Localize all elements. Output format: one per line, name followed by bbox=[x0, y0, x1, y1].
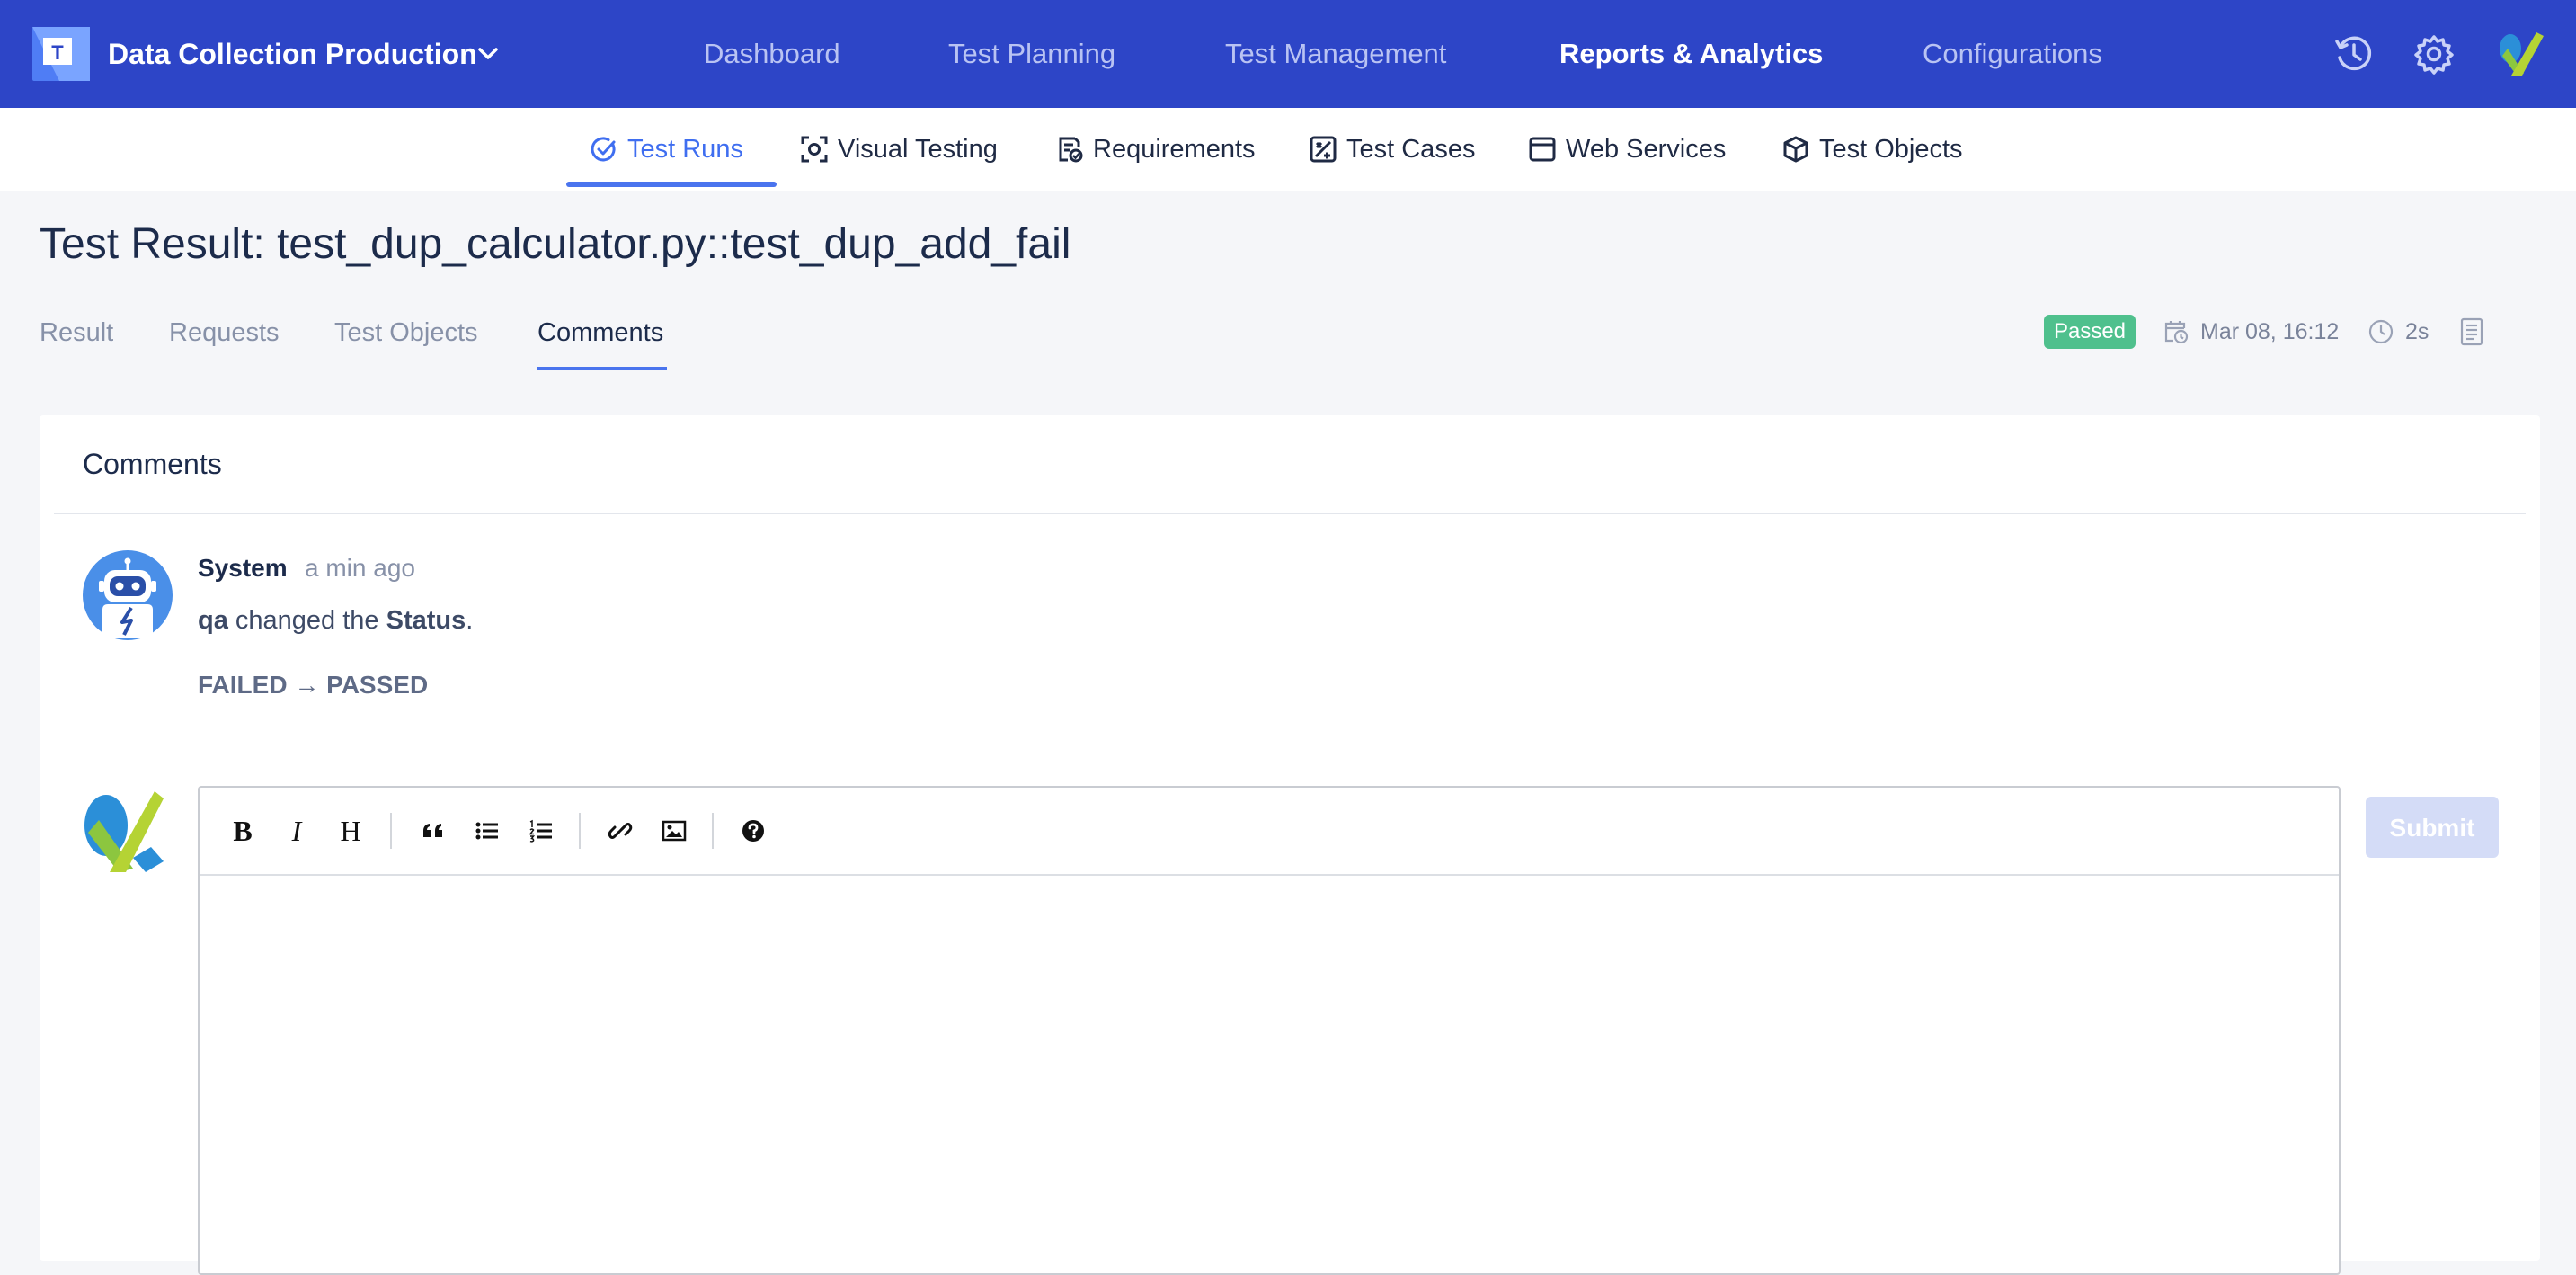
cube-icon bbox=[1783, 136, 1808, 163]
chevron-down-icon[interactable] bbox=[475, 41, 502, 67]
image-icon bbox=[662, 820, 687, 842]
bulleted-list-icon bbox=[475, 822, 498, 840]
submit-button[interactable]: Submit bbox=[2366, 797, 2499, 858]
comment-user: qa bbox=[198, 606, 228, 635]
subnav-label: Test Cases bbox=[1346, 134, 1476, 164]
subnav-label: Test Objects bbox=[1819, 134, 1963, 164]
subnav-requirements[interactable]: Requirements bbox=[1055, 108, 1256, 191]
comment-editor: B I H bbox=[198, 786, 2341, 1275]
svg-text:T: T bbox=[51, 41, 64, 64]
tab-result[interactable]: Result bbox=[40, 315, 113, 351]
help-button[interactable] bbox=[733, 811, 773, 851]
link-button[interactable] bbox=[600, 811, 640, 851]
history-icon[interactable] bbox=[2332, 32, 2375, 76]
question-circle-icon bbox=[742, 820, 764, 842]
subnav-test-cases[interactable]: Test Cases bbox=[1309, 108, 1475, 191]
link-icon bbox=[608, 823, 633, 839]
comment-timestamp: a min ago bbox=[305, 554, 415, 582]
requirements-icon bbox=[1059, 137, 1083, 163]
comment-text: changed the bbox=[227, 606, 386, 635]
comments-card: Comments System a min ago qa changed the… bbox=[40, 415, 2540, 1275]
robot-avatar-icon bbox=[83, 550, 173, 640]
numbered-list-icon bbox=[529, 819, 552, 843]
top-navbar: T Data Collection Production Dashboard T… bbox=[0, 0, 2576, 108]
toolbar-separator bbox=[579, 813, 581, 849]
nav-test-planning[interactable]: Test Planning bbox=[948, 34, 1115, 74]
browser-window-icon bbox=[1529, 137, 1556, 162]
status-change-text: FAILED → PASSED bbox=[198, 671, 429, 699]
app-logo-icon[interactable]: T bbox=[32, 27, 90, 81]
subnav-label: Visual Testing bbox=[838, 134, 998, 164]
quote-icon bbox=[423, 824, 442, 837]
run-date-text: Mar 08, 16:12 bbox=[2200, 318, 2340, 344]
nav-reports-analytics[interactable]: Reports & Analytics bbox=[1559, 34, 1823, 74]
quote-button[interactable] bbox=[413, 811, 453, 851]
subnav-label: Test Runs bbox=[627, 134, 743, 164]
comment-author: System bbox=[198, 554, 288, 582]
numbered-list-button[interactable] bbox=[521, 811, 561, 851]
image-button[interactable] bbox=[654, 811, 694, 851]
calendar-clock-icon bbox=[2164, 321, 2189, 344]
divider bbox=[54, 513, 2526, 514]
clock-icon bbox=[2368, 319, 2394, 344]
bold-button[interactable]: B bbox=[223, 811, 262, 851]
italic-button[interactable]: I bbox=[277, 811, 316, 851]
active-subnav-indicator bbox=[566, 182, 777, 187]
run-duration: 2s bbox=[2367, 315, 2429, 349]
visual-scan-icon bbox=[801, 136, 828, 163]
active-tab-indicator bbox=[537, 367, 667, 370]
nav-dashboard[interactable]: Dashboard bbox=[704, 34, 840, 74]
page-title: Test Result: test_dup_calculator.py::tes… bbox=[40, 220, 1071, 268]
subnav-test-runs[interactable]: Test Runs bbox=[590, 108, 743, 191]
toolbar-separator bbox=[712, 813, 714, 849]
bulleted-list-button[interactable] bbox=[467, 811, 507, 851]
user-avatar-icon[interactable] bbox=[2499, 29, 2544, 77]
test-cases-icon bbox=[1310, 136, 1337, 163]
heading-button[interactable]: H bbox=[331, 811, 370, 851]
comment-textarea[interactable] bbox=[200, 876, 2339, 1271]
toolbar-separator bbox=[390, 813, 392, 849]
tab-test-objects[interactable]: Test Objects bbox=[334, 315, 478, 351]
subnav-label: Requirements bbox=[1093, 134, 1256, 164]
comment-field: Status bbox=[386, 606, 466, 635]
nav-test-management[interactable]: Test Management bbox=[1225, 34, 1446, 74]
subnav-test-objects[interactable]: Test Objects bbox=[1781, 108, 1963, 191]
tab-comments[interactable]: Comments bbox=[537, 315, 663, 351]
subnav-visual-testing[interactable]: Visual Testing bbox=[800, 108, 998, 191]
run-date: Mar 08, 16:12 bbox=[2163, 315, 2339, 349]
nav-configurations[interactable]: Configurations bbox=[1923, 34, 2102, 74]
project-name[interactable]: Data Collection Production bbox=[108, 34, 477, 74]
subnav-web-services[interactable]: Web Services bbox=[1528, 108, 1726, 191]
run-duration-text: 2s bbox=[2405, 318, 2429, 344]
tab-requests[interactable]: Requests bbox=[169, 315, 280, 351]
comment-text-end: . bbox=[466, 606, 474, 635]
gear-icon[interactable] bbox=[2412, 32, 2456, 76]
subnav-label: Web Services bbox=[1566, 134, 1727, 164]
sub-navbar: Test Runs Visual Testing Requirements Te… bbox=[0, 108, 2576, 191]
editor-toolbar: B I H bbox=[200, 788, 2339, 876]
comments-card-title: Comments bbox=[83, 448, 222, 480]
current-user-avatar-icon bbox=[84, 791, 164, 872]
check-circle-icon bbox=[591, 137, 616, 162]
status-badge: Passed bbox=[2044, 315, 2136, 349]
comment-body: qa changed the Status. bbox=[198, 602, 473, 638]
log-document-icon[interactable] bbox=[2459, 317, 2484, 347]
